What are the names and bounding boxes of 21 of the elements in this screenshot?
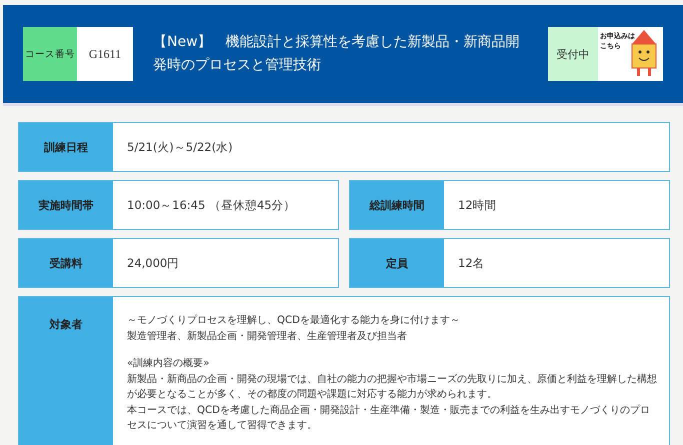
course-title: 【New】 機能設計と採算性を考慮した新製品・新商品開発時のプロセスと管理技術 [153, 33, 521, 75]
field-label: 実施時間帯 [19, 181, 113, 229]
description-text: 本コースでは、QCDを考慮した商品企画・開発設計・生産準備・製造・販売までの利益を生み出すモノづくりのプロセスについて演習を通して習得できます。 [127, 404, 651, 433]
field-value: 5/21(火)～5/22(水) [126, 138, 233, 156]
description-text: 製造管理者、新製品企画・開発管理者、生産管理者及び担当者 [127, 330, 408, 344]
field-value: 12時間 [457, 196, 497, 214]
field-value: 10:00～16:45 （昼休憩45分） [126, 196, 296, 214]
field-label: 対象者 [19, 297, 113, 445]
pencil-mascot-icon [629, 30, 659, 78]
description-text: «訓練内容の概要» [127, 356, 210, 371]
course-number: G1611 [77, 27, 133, 81]
field-value: 12名 [457, 254, 485, 272]
field-label: 訓練日程 [19, 123, 113, 171]
description-text: ～モノづくりプロセスを理解し、QCDを最適化する能力を身に付けます～ [127, 314, 461, 328]
field-value: 24,000円 [126, 254, 180, 272]
field-label: 総訓練時間 [350, 181, 444, 229]
description-text: 新製品・新商品の企画・開発の現場では、自社の能力の把握や市場ニーズの先取りに加え、原価と利益を理解した構想が必要となることが多く、その都度の問題や課題に対応する能力が求められます。 [127, 372, 657, 402]
course-number-label: コース番号 [23, 27, 77, 81]
status-label: 受付中 [548, 27, 598, 81]
field-label: 受講料 [19, 239, 113, 287]
field-label: 定員 [350, 239, 444, 287]
